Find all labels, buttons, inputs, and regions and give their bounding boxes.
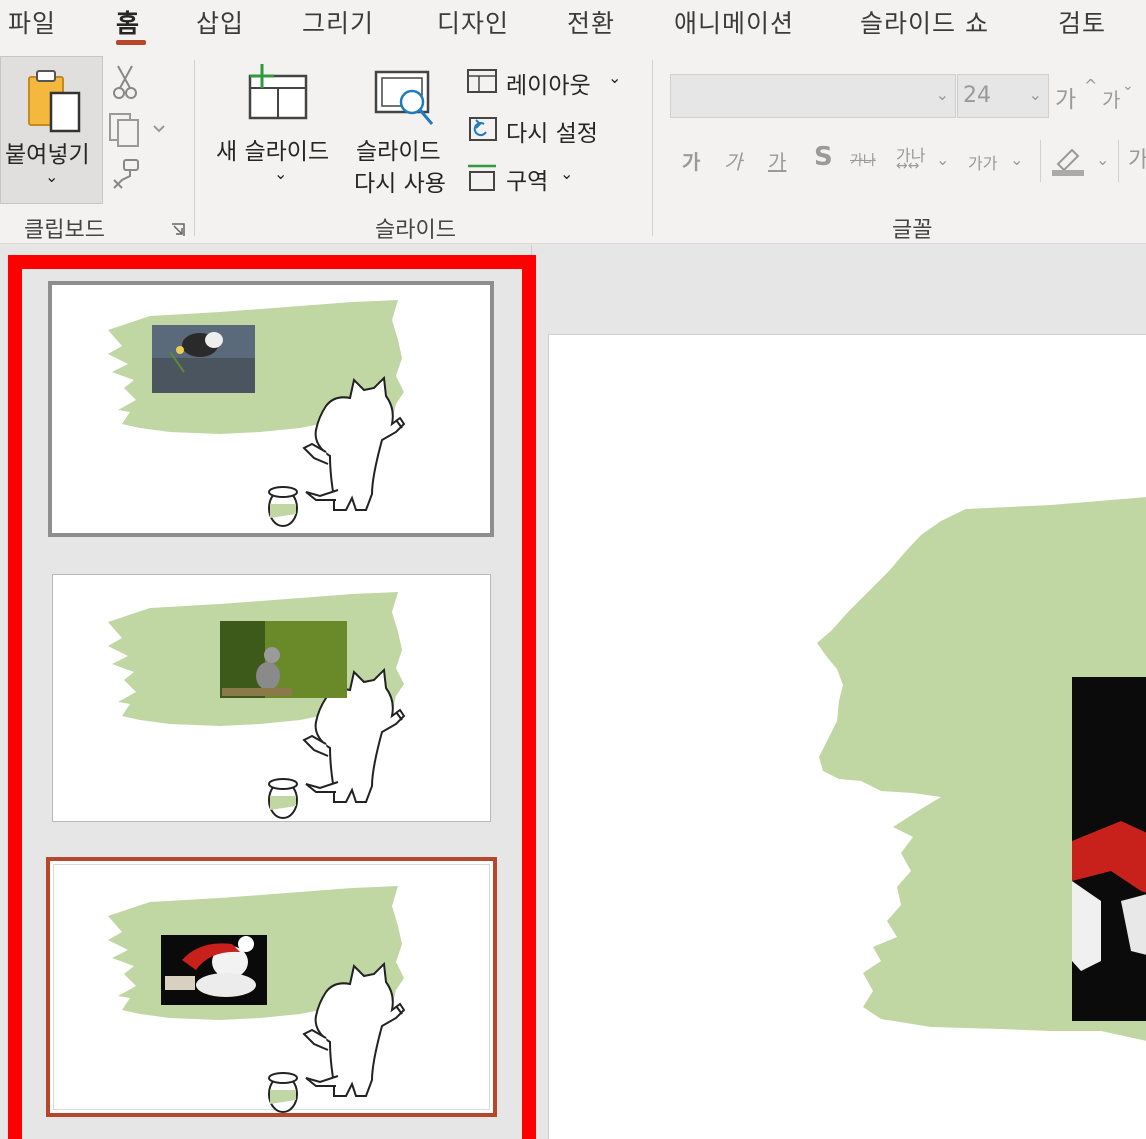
tab-home[interactable]: 홈 [116, 4, 140, 40]
highlight-icon[interactable] [1050, 142, 1086, 178]
new-slide-label[interactable]: 새 슬라이드 [216, 132, 329, 166]
chevron-down-icon[interactable]: ⌄ [936, 150, 949, 169]
ribbon-separator [1118, 140, 1119, 182]
tab-file[interactable]: 파일 [8, 4, 56, 40]
layout-icon[interactable] [466, 68, 498, 94]
ribbon-separator [652, 60, 653, 236]
italic-button[interactable]: 가 [724, 146, 742, 175]
slides-group-label: 슬라이드 [375, 218, 456, 243]
paste-icon [28, 70, 81, 133]
shadow-button[interactable]: S [814, 142, 833, 172]
slide-editing-canvas[interactable] [548, 334, 1146, 1139]
chevron-down-icon[interactable]: ⌄ [1029, 85, 1042, 104]
tab-slideshow[interactable]: 슬라이드 쇼 [860, 4, 989, 40]
highlight-box [8, 255, 536, 1139]
font-size-value: 24 [963, 83, 991, 108]
ribbon-separator [194, 60, 195, 236]
dialog-launcher-icon[interactable] [170, 222, 186, 238]
bold-button[interactable]: 가 [682, 146, 700, 175]
ribbon-tabs: 파일 홈 삽입 그리기 디자인 전환 애니메이션 슬라이드 쇼 검토 [0, 0, 1146, 52]
section-label[interactable]: 구역 [506, 162, 548, 196]
font-size-combo[interactable]: 24 ⌄ [957, 74, 1049, 118]
spacing-arrows-icon: ↔↔ [896, 158, 920, 174]
underline-button[interactable]: 가 [768, 146, 786, 175]
tab-draw[interactable]: 그리기 [302, 4, 374, 40]
chevron-down-icon[interactable]: ⌄ [560, 164, 573, 183]
ribbon-separator [1040, 140, 1041, 182]
cut-icon[interactable] [112, 64, 138, 100]
tab-transitions[interactable]: 전환 [567, 4, 615, 40]
reset-label[interactable]: 다시 설정 [506, 114, 598, 148]
section-icon[interactable] [466, 162, 498, 192]
change-case-button[interactable]: 가가 [968, 150, 997, 174]
ribbon: 붙여넣기 ⌄ 클립보드 새 슬라이드 ⌄ 슬라이드 다시 사용 레이아웃 ⌄ 다… [0, 52, 1146, 244]
tab-review[interactable]: 검토 [1058, 4, 1106, 40]
tab-design[interactable]: 디자인 [437, 4, 509, 40]
copy-icon[interactable] [108, 112, 168, 148]
chevron-down-icon[interactable]: ⌄ [1010, 150, 1023, 169]
chevron-down-icon[interactable]: ⌄ [936, 85, 949, 104]
chevron-down-icon[interactable]: ⌄ [608, 68, 621, 87]
grow-font-button[interactable]: 가 [1055, 80, 1076, 114]
reuse-slides-label-2[interactable]: 다시 사용 [354, 164, 446, 198]
shrink-font-button[interactable]: 가 [1102, 84, 1120, 113]
paste-button[interactable]: 붙여넣기 ⌄ [0, 56, 103, 204]
font-group-label: 글꼴 [892, 218, 933, 243]
tab-animations[interactable]: 애니메이션 [674, 4, 794, 40]
chevron-down-icon: ⌄ [45, 167, 59, 186]
layout-label[interactable]: 레이아웃 [506, 66, 591, 100]
chevron-down-icon[interactable]: ⌄ [1096, 150, 1109, 169]
reuse-slides-icon[interactable] [374, 70, 436, 128]
font-name-combo[interactable]: ⌄ [670, 74, 956, 118]
tab-insert[interactable]: 삽입 [196, 4, 244, 40]
main-slide-artwork [817, 497, 1146, 1041]
clipboard-group-label: 클립보드 [24, 218, 105, 243]
active-tab-indicator [116, 40, 146, 45]
font-color-icon[interactable]: 가 [1128, 142, 1146, 174]
format-painter-icon[interactable] [110, 158, 142, 190]
new-slide-icon[interactable] [246, 64, 308, 120]
paste-label: 붙여넣기 [5, 142, 90, 168]
strikethrough-button[interactable]: 가나 [850, 150, 876, 170]
reset-icon[interactable] [466, 114, 498, 142]
chevron-down-icon[interactable]: ⌄ [274, 164, 287, 183]
caret-down-icon: ⌄ [1122, 78, 1134, 94]
caret-up-icon: ^ [1084, 76, 1098, 95]
reuse-slides-label-1[interactable]: 슬라이드 [356, 132, 441, 166]
